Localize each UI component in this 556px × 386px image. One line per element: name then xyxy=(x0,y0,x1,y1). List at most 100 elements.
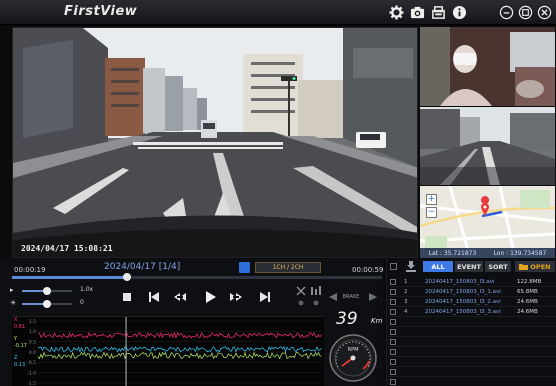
g-sensor-graph[interactable]: 1.5 1.0 0.5 0.0 -0.5 -1.0 -1.5 X 0.81 Y -0.17 … xyxy=(12,316,324,386)
front-camera-video[interactable]: 2024/04/17 15:08:21 xyxy=(12,27,418,258)
next-button[interactable] xyxy=(258,290,272,304)
frame-forward-button[interactable] xyxy=(229,290,243,304)
brake-indicator: BRAKE xyxy=(342,294,360,300)
select-all-checkbox[interactable] xyxy=(390,263,397,270)
file-name: 20240417_150803_I3_2.avi xyxy=(425,299,501,305)
export-icon[interactable] xyxy=(431,5,446,20)
file-row[interactable]: 1 20240417_150803_I3.avi 122.8MB xyxy=(387,277,556,287)
total-time: 00:00:59 xyxy=(352,266,384,274)
empty-file-row xyxy=(387,367,556,377)
file-row[interactable]: 3 20240417_150803_I3_2.avi 24.6MB xyxy=(387,297,556,307)
file-checkbox[interactable] xyxy=(390,339,396,345)
channel-icon[interactable] xyxy=(239,262,250,273)
rear-camera-video[interactable] xyxy=(420,107,555,185)
file-index: 4 xyxy=(404,309,408,315)
file-checkbox[interactable] xyxy=(390,369,396,375)
zoom-out-button[interactable]: − xyxy=(426,207,437,218)
rpm-dial-icon xyxy=(329,334,377,382)
z-value: 0.13 xyxy=(14,362,26,368)
previous-button[interactable] xyxy=(147,290,161,304)
g-tick-label: 0.0 xyxy=(29,350,36,356)
tab-sort[interactable]: SORT xyxy=(485,261,511,272)
file-size: 24.6MB xyxy=(517,299,538,305)
brightness-track[interactable] xyxy=(22,300,72,308)
stop-button[interactable] xyxy=(120,290,134,304)
file-size: 122.8MB xyxy=(517,279,542,285)
file-checkbox[interactable] xyxy=(390,319,396,325)
file-row[interactable]: 2 20240417_150803_I3_1.avi 65.8MB xyxy=(387,287,556,297)
file-index: 2 xyxy=(404,289,408,295)
zoom-in-button[interactable]: + xyxy=(426,194,437,205)
file-checkbox[interactable] xyxy=(390,279,396,285)
latitude-label: Lat : 35.721873 xyxy=(428,249,477,257)
file-checkbox[interactable] xyxy=(390,379,396,385)
speed-handle[interactable] xyxy=(43,287,51,295)
open-label: OPEN xyxy=(530,262,551,271)
progress-track[interactable] xyxy=(12,273,382,281)
x-axis-label: X xyxy=(14,317,18,323)
play-button[interactable] xyxy=(203,290,217,304)
skip-forward-icon xyxy=(260,292,270,302)
g-series-z xyxy=(37,345,322,353)
tab-event[interactable]: EVENT xyxy=(455,261,483,272)
file-checkbox[interactable] xyxy=(390,299,396,305)
channel-2-toggle[interactable] xyxy=(310,286,322,308)
frame-forward-icon xyxy=(230,293,242,301)
play-icon xyxy=(206,291,216,303)
skip-back-icon xyxy=(149,292,159,302)
gear-icon[interactable] xyxy=(389,5,404,20)
camera-icon[interactable] xyxy=(410,5,425,20)
info-icon[interactable] xyxy=(452,5,467,20)
file-checkbox[interactable] xyxy=(390,329,396,335)
file-index: 1 xyxy=(404,279,408,285)
empty-file-row xyxy=(387,357,556,367)
brightness-icon: ☀ xyxy=(10,299,17,307)
brake-right-arrow-icon xyxy=(369,293,377,301)
file-index: 3 xyxy=(404,299,408,305)
elapsed-time: 00:00:19 xyxy=(14,266,46,274)
restore-icon[interactable] xyxy=(518,5,533,20)
channel-1-toggle[interactable] xyxy=(296,286,306,308)
speed-icon: ▸ xyxy=(10,286,14,294)
g-tick-label: 1.0 xyxy=(29,329,36,335)
channel-switch-button[interactable]: 1CH / 2CH xyxy=(255,262,321,273)
empty-file-row xyxy=(387,377,556,386)
date-index-label: 2024/04/17 [1/4] xyxy=(104,262,181,272)
tab-all[interactable]: ALL xyxy=(423,261,453,272)
brightness-slider[interactable]: ☀ 0 xyxy=(10,299,100,309)
folder-icon xyxy=(519,264,529,270)
speed-track[interactable] xyxy=(22,287,72,295)
file-checkbox[interactable] xyxy=(390,289,396,295)
file-checkbox[interactable] xyxy=(390,359,396,365)
open-folder-button[interactable]: OPEN xyxy=(515,261,555,272)
file-table: 1 20240417_150803_I3.avi 122.8MB 2 20240417_… xyxy=(387,277,556,386)
empty-file-row xyxy=(387,347,556,357)
g-series-x xyxy=(37,331,322,339)
g-sensor-plot: 1.5 1.0 0.5 0.0 -0.5 -1.0 -1.5 xyxy=(27,317,322,386)
progress-handle[interactable] xyxy=(122,273,131,281)
file-size: 24.6MB xyxy=(517,309,538,315)
download-icon[interactable] xyxy=(405,261,417,272)
file-checkbox[interactable] xyxy=(390,349,396,355)
stop-icon xyxy=(123,293,131,301)
close-icon[interactable] xyxy=(537,5,552,20)
cabin-camera-video[interactable] xyxy=(420,27,555,106)
file-size: 65.8MB xyxy=(517,289,538,295)
minimize-icon[interactable] xyxy=(499,5,514,20)
app-title: FirstView xyxy=(64,4,138,19)
z-axis-label: Z xyxy=(14,355,18,361)
file-name: 20240417_150803_I3_3.avi xyxy=(425,309,501,315)
brightness-handle[interactable] xyxy=(43,300,51,308)
g-series-y xyxy=(37,351,322,360)
frame-back-button[interactable] xyxy=(173,290,187,304)
empty-file-row xyxy=(387,327,556,337)
video-timestamp: 2024/04/17 15:08:21 xyxy=(21,244,113,253)
g-tick-label: 1.5 xyxy=(29,319,36,325)
gps-coordinates: Lat : 35.721873 Lon : 139.734587 xyxy=(420,248,555,258)
file-checkbox[interactable] xyxy=(390,309,396,315)
rear-camera-scene xyxy=(420,107,555,185)
file-row[interactable]: 4 20240417_150803_I3_3.avi 24.6MB xyxy=(387,307,556,317)
crossed-tools-icon xyxy=(296,286,306,306)
playback-speed-slider[interactable]: ▸ 1.0x xyxy=(10,286,100,296)
file-list-toolbar: ALL EVENT SORT OPEN xyxy=(387,261,556,273)
